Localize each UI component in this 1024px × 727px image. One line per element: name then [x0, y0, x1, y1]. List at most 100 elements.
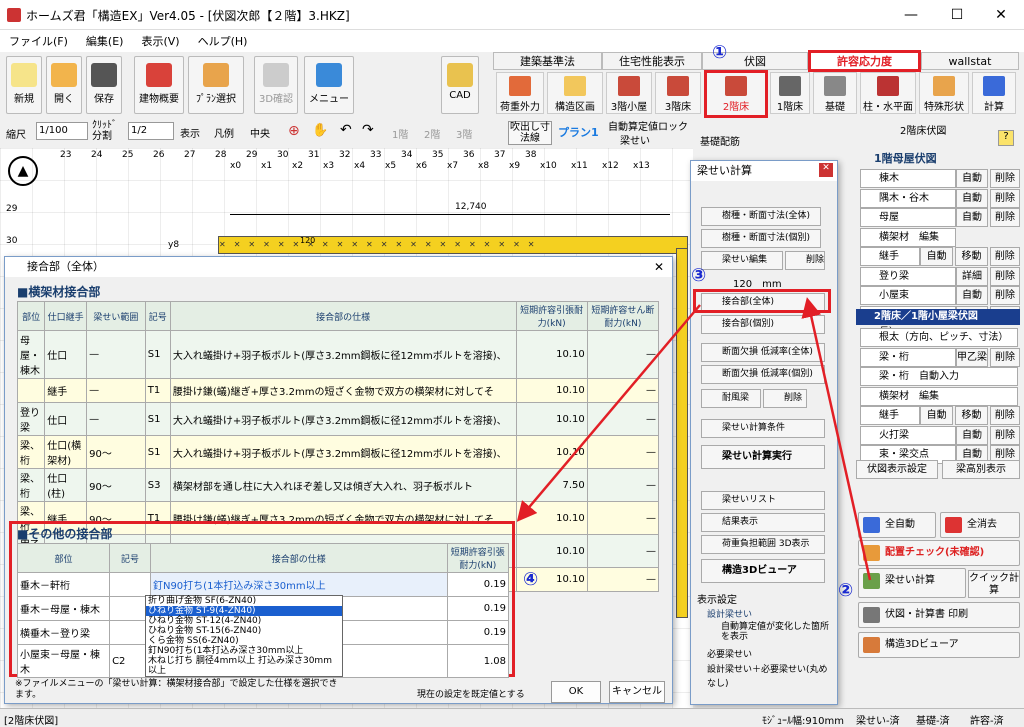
panel-item-label[interactable]: 継手 — [860, 406, 920, 425]
joint-row[interactable]: 母屋・棟木 仕口 — S1 大入れ蟻掛け+羽子板ボルト(厚さ3.2mm鋼板に径12mmボ… — [16, 330, 660, 379]
panel-item-label[interactable]: 梁・桁 — [860, 347, 956, 367]
result-button[interactable]: 結果表示 — [701, 513, 825, 532]
panel-item-label[interactable]: 母屋 — [860, 208, 956, 227]
panel-item-button[interactable]: 削除 — [990, 188, 1020, 208]
panel-item-label[interactable]: 梁・桁 自動入力 — [860, 367, 1018, 386]
pan-icon[interactable]: ✋ — [312, 123, 328, 138]
dropdown-option[interactable]: 釘N90打ち(1本打込み深さ30mm以上 — [146, 646, 342, 656]
panel-item-button[interactable]: 削除 — [990, 425, 1020, 445]
tab-performance[interactable]: 住宅性能表示 — [602, 52, 702, 70]
panel-item-button[interactable]: 自動 — [956, 188, 988, 208]
minimize-button[interactable]: — — [888, 0, 934, 30]
panel-item-button[interactable]: 自動 — [956, 286, 988, 305]
special-shape-button[interactable]: 特殊形状 — [919, 72, 969, 114]
panel-item-button[interactable]: 甲乙梁 — [956, 347, 988, 367]
panel-item-button[interactable]: 削除 — [990, 266, 1020, 286]
radio-required-beam[interactable]: 必要梁せい — [707, 647, 752, 660]
help-icon[interactable]: ? — [998, 130, 1014, 146]
grid-select[interactable]: 1/2 — [128, 122, 174, 140]
joint-row[interactable]: 梁、桁 仕口(横架材) 90〜 S1 大入れ蟻掛け+羽子板ボルト(厚さ3.2mm鋼板に径… — [16, 435, 660, 469]
lock-beam-checkbox[interactable]: 梁せい — [620, 132, 650, 147]
dropdown-option[interactable]: 木ねじ打ち 胴径4mm以上 打込み深さ30mm以上 — [146, 656, 342, 676]
panel-item-button[interactable]: 自動 — [920, 406, 954, 425]
center-button[interactable]: 中央 — [250, 125, 270, 140]
other-joint-row[interactable]: 垂木－軒桁 釘N90打ち(1本打込み深さ30mm以上 0.19 — [16, 572, 510, 597]
legend-button[interactable]: 凡例 — [214, 125, 234, 140]
species-each-button[interactable]: 樹種・断面寸法(個別) — [701, 229, 821, 248]
load-button[interactable]: 荷重外力 — [496, 72, 544, 114]
beam-viewer-button[interactable]: 構造3Dビューア — [701, 559, 825, 583]
panel-item-button[interactable]: 自動 — [956, 208, 988, 227]
undo-icon[interactable]: ↶ — [340, 122, 352, 138]
floor-radio-1[interactable]: 1階 — [392, 126, 408, 141]
panel-item-button[interactable]: 自動 — [920, 247, 954, 266]
panel-item-label[interactable]: 横架材 編集 — [860, 227, 956, 247]
cad-button[interactable]: CAD — [441, 56, 479, 114]
panel-item-button[interactable]: 詳細 — [956, 266, 988, 286]
new-button[interactable]: 新規 — [6, 56, 42, 114]
joint-each-button[interactable]: 接合部(個別) — [701, 315, 825, 334]
building-overview-button[interactable]: 建物概要 — [134, 56, 184, 114]
quick-calc-button[interactable]: クイック計算 — [968, 570, 1020, 598]
structure-zone-button[interactable]: 構造区画 — [547, 72, 603, 114]
radio-design-plus-required[interactable]: 設計梁せい＋必要梁せい(丸めなし) — [707, 663, 831, 691]
species-all-button[interactable]: 樹種・断面寸法(全体) — [701, 207, 821, 226]
2f-floor-button[interactable]: 2階床 — [704, 70, 768, 118]
menu-file[interactable]: ファイル(F) — [0, 30, 77, 52]
scale-select[interactable]: 1/100 — [36, 122, 88, 140]
joint-cell-spec[interactable]: 横架材部を通し柱に大入れほぞ差し又は傾ぎ大入れ、羽子板ボルト — [169, 468, 517, 502]
joint-cell-spec[interactable]: 大入れ蟻掛け+羽子板ボルト(厚さ3.2mm鋼板に径12mmボルトを溶接)、 — [169, 435, 517, 469]
joint-row[interactable]: 梁、桁 仕口(柱) 90〜 S3 横架材部を通し柱に大入れほぞ差し又は傾ぎ大入れ、羽子板… — [16, 468, 660, 502]
spec-dropdown-list[interactable]: 折り曲げ金物 SF(6-ZN40) ひねり金物 ST-9(4-ZN40) ひねり金物… — [145, 595, 343, 677]
show-button[interactable]: 表示 — [180, 125, 200, 140]
panel-item-button[interactable]: 自動 — [956, 425, 988, 445]
beam-condition-button[interactable]: 梁せい計算条件 — [701, 419, 825, 438]
structure-viewer-button[interactable]: 構造3Dビューア — [858, 632, 1020, 658]
3f-floor-button[interactable]: 3階床 — [655, 72, 701, 114]
maximize-button[interactable]: ☐ — [934, 0, 980, 30]
close-button[interactable]: ✕ — [978, 0, 1024, 30]
tab-building-code[interactable]: 建築基準法 — [493, 52, 602, 70]
panel-item-label[interactable]: 小屋束 — [860, 286, 956, 305]
default-checkbox[interactable]: 現在の設定を既定値とする — [417, 687, 525, 700]
balloon-dim-button[interactable]: 吹出し寸法線 — [508, 121, 552, 145]
floor-radio-2[interactable]: 2階 — [424, 126, 440, 141]
panel-item-button[interactable]: 移動 — [955, 406, 988, 425]
floor-radio-3[interactable]: 3階 — [456, 126, 472, 141]
beam-dialog-close-icon[interactable]: ✕ — [819, 163, 833, 177]
foundation-button[interactable]: 基礎 — [813, 72, 857, 114]
menu-help[interactable]: ヘルプ(H) — [189, 30, 257, 52]
beam-height-button[interactable]: 梁高別表示 — [942, 460, 1020, 479]
zoom-icon[interactable]: ⊕ — [288, 123, 300, 139]
joint-row[interactable]: 継手 — T1 腰掛け鎌(蟻)継ぎ+厚さ3.2mmの短ざく金物で双方の横架材に対してそ… — [16, 378, 660, 403]
calc-button[interactable]: 計算 — [972, 72, 1016, 114]
tab-allowable-stress[interactable]: 許容応力度 — [808, 50, 921, 72]
menu-view[interactable]: 表示(V) — [132, 30, 188, 52]
section-floor-plan[interactable]: 2階床／1階小屋梁伏図 — [856, 309, 1020, 325]
beam-list-button[interactable]: 梁せいリスト — [701, 491, 825, 510]
panel-item-label[interactable]: 横架材 編集 — [860, 386, 1018, 406]
dropdown-option[interactable]: ひねり金物 ST-9(4-ZN40) — [146, 606, 342, 616]
other-cell-spec[interactable]: 釘N90打ち(1本打込み深さ30mm以上 — [149, 572, 448, 597]
panel-item-label[interactable]: 棟木 — [860, 169, 956, 188]
panel-item-label[interactable]: 火打梁 — [860, 425, 956, 445]
all-auto-button[interactable]: 全自動 — [858, 512, 936, 538]
beam-delete-button[interactable]: 削除 — [785, 251, 825, 270]
section-loss-all-button[interactable]: 断面欠損 低減率(全体) — [701, 343, 825, 362]
panel-item-label[interactable]: 登り梁 — [860, 266, 956, 286]
beam-calc-button[interactable]: 梁せい計算 — [858, 568, 966, 598]
menu-button[interactable]: メニュー — [304, 56, 354, 114]
redo-icon[interactable]: ↷ — [362, 122, 374, 138]
panel-item-button[interactable]: 自動 — [956, 169, 988, 188]
all-clear-button[interactable]: 全消去 — [940, 512, 1020, 538]
placement-check-button[interactable]: 配置チェック(未確認) — [858, 540, 1020, 566]
panel-item-button[interactable]: 削除 — [990, 286, 1020, 305]
wind-beam-button[interactable]: 耐風梁 — [701, 389, 761, 408]
menu-edit[interactable]: 編集(E) — [77, 30, 133, 52]
print-button[interactable]: 伏図・計算書 印刷 — [858, 602, 1020, 628]
beam-edit-button[interactable]: 梁せい編集 — [701, 251, 783, 270]
dropdown-option[interactable]: 折り曲げ金物 SF(6-ZN40) — [146, 596, 342, 606]
panel-item-button[interactable]: 削除 — [990, 347, 1020, 367]
dialog-close-icon[interactable]: ✕ — [654, 260, 664, 274]
panel-item-label[interactable]: 継手 — [860, 247, 920, 266]
